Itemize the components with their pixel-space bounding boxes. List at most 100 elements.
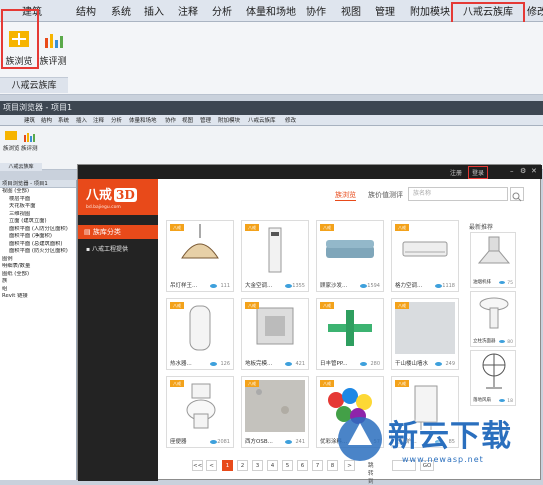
- range-hood-image: [477, 236, 511, 264]
- bar-chart-icon: [42, 28, 64, 50]
- pager-page[interactable]: 3: [252, 460, 263, 471]
- view-count: 421: [295, 361, 305, 367]
- tree-item[interactable]: 图例: [0, 256, 76, 264]
- tab-family-browse[interactable]: 族浏览: [335, 190, 356, 201]
- view-count: 1118: [442, 283, 455, 289]
- category-item[interactable]: ▪ 八戒工程提供: [86, 244, 128, 253]
- pager-first[interactable]: <<: [192, 460, 203, 471]
- tree-item[interactable]: 面积平面 (总建筑面积): [0, 241, 76, 249]
- mini-tab[interactable]: 修改: [285, 116, 296, 124]
- tab-manage[interactable]: 管理: [375, 3, 395, 18]
- tree-item[interactable]: 面积平面 (人防分区面积): [0, 226, 76, 234]
- mini-tab-bar: 建筑 结构 系统 插入 注释 分析 体量和场地 协作 视图 管理 附加模块 八戒…: [0, 115, 543, 126]
- tab-modify[interactable]: 修改: [527, 3, 543, 18]
- tree-item[interactable]: 天花板平面: [0, 203, 76, 211]
- register-link[interactable]: 注册: [450, 168, 462, 177]
- view-count: 241: [295, 439, 305, 445]
- card-name: 干山楼山墙水: [395, 361, 429, 367]
- pager-page[interactable]: 1: [222, 460, 233, 471]
- recommend-card[interactable]: 立柱洗面器 80: [470, 291, 516, 347]
- mini-tab-bajie[interactable]: 八戒云族库: [248, 116, 276, 124]
- tree-item[interactable]: 三维视图: [0, 211, 76, 219]
- tab-addins[interactable]: 附加模块: [410, 3, 450, 18]
- tree-item[interactable]: 图纸 (全部): [0, 271, 76, 279]
- family-card[interactable]: 八戒 顾家沙发... 1594: [316, 220, 384, 292]
- card-name: 地板完模...: [245, 361, 273, 367]
- recommend-card[interactable]: 落地风扇 18: [470, 350, 516, 406]
- pager-page[interactable]: 2: [237, 460, 248, 471]
- mini-family-browse-button[interactable]: 族浏览: [3, 130, 20, 152]
- view-count: 2081: [217, 439, 230, 445]
- view-count: 249: [445, 361, 455, 367]
- wall-ac-image: [395, 224, 455, 276]
- mini-tab[interactable]: 系统: [58, 116, 69, 124]
- mini-tab[interactable]: 结构: [41, 116, 52, 124]
- mini-family-evaluate-button[interactable]: 族评测: [21, 130, 38, 152]
- mini-tab[interactable]: 分析: [111, 116, 122, 124]
- tab-family-evaluate[interactable]: 族价值测评: [368, 190, 403, 200]
- brand-badge: 八戒: [170, 380, 184, 387]
- tree-item[interactable]: 族: [0, 278, 76, 286]
- family-card[interactable]: 八戒 大金空调... 1355: [241, 220, 309, 292]
- search-icon[interactable]: [510, 187, 524, 202]
- login-link[interactable]: 登录: [468, 166, 489, 179]
- tree-item[interactable]: 立面 (建筑立面): [0, 218, 76, 226]
- view-count: 111: [220, 283, 230, 289]
- tab-collaborate[interactable]: 协作: [306, 3, 326, 18]
- pager-prev[interactable]: <: [206, 460, 217, 471]
- tab-systems[interactable]: 系统: [111, 3, 131, 18]
- family-card[interactable]: 八戒 吊灯样王... 111: [166, 220, 234, 292]
- category-header[interactable]: ▤ 族库分类: [78, 225, 158, 239]
- minimize-icon[interactable]: –: [510, 167, 514, 175]
- pager-page[interactable]: 6: [297, 460, 308, 471]
- pager-page[interactable]: 4: [267, 460, 278, 471]
- mini-tab[interactable]: 体量和场地: [129, 116, 157, 124]
- tree-item[interactable]: 组: [0, 286, 76, 294]
- mini-tab[interactable]: 管理: [200, 116, 211, 124]
- family-card[interactable]: 八戒 座便器 2081: [166, 376, 234, 448]
- eye-icon: [499, 281, 505, 284]
- pager-page[interactable]: 7: [312, 460, 323, 471]
- eye-icon: [499, 399, 505, 402]
- mini-tab[interactable]: 插入: [76, 116, 87, 124]
- family-card[interactable]: 八戒 干山楼山墙水 249: [391, 298, 459, 370]
- family-evaluate-button[interactable]: 族评测: [36, 26, 70, 72]
- card-name: 大金空调...: [245, 283, 273, 289]
- tab-massing-site[interactable]: 体量和场地: [246, 3, 296, 18]
- tree-item[interactable]: 面积平面 (防火分区面积): [0, 248, 76, 256]
- mini-tab[interactable]: 附加模块: [218, 116, 240, 124]
- tab-analyze[interactable]: 分析: [212, 3, 232, 18]
- tree-item[interactable]: 面积平面 (净面积): [0, 233, 76, 241]
- watermark-text: 新云下载: [388, 419, 512, 454]
- tree-item[interactable]: 视图 (全部): [0, 188, 76, 196]
- family-card[interactable]: 八戒 格力空调... 1118: [391, 220, 459, 292]
- family-card[interactable]: 八戒 热水器... 126: [166, 298, 234, 370]
- family-card[interactable]: 八戒 日丰管PP... 280: [316, 298, 384, 370]
- brand-badge: 八戒: [395, 380, 409, 387]
- tree-item[interactable]: 楼层平面: [0, 196, 76, 204]
- family-card[interactable]: 八戒 地板完模... 421: [241, 298, 309, 370]
- tree-item[interactable]: 明细表/数量: [0, 263, 76, 271]
- mini-tab[interactable]: 协作: [165, 116, 176, 124]
- recommend-card[interactable]: 油烟机排 75: [470, 232, 516, 288]
- tab-annotate[interactable]: 注释: [178, 3, 198, 18]
- eye-icon: [499, 340, 505, 343]
- close-icon[interactable]: ✕: [531, 167, 537, 175]
- tab-insert[interactable]: 插入: [144, 3, 164, 18]
- air-conditioner-image: [245, 224, 305, 276]
- card-name: 顾家沙发...: [320, 283, 348, 289]
- tab-structure[interactable]: 结构: [76, 3, 96, 18]
- mini-tab[interactable]: 视图: [182, 116, 193, 124]
- mini-tab[interactable]: 注释: [93, 116, 104, 124]
- mini-family-evaluate-label: 族评测: [21, 146, 38, 152]
- mini-tab[interactable]: 建筑: [24, 116, 35, 124]
- tree-item[interactable]: Revit 链接: [0, 293, 76, 301]
- tab-view[interactable]: 视图: [341, 3, 361, 18]
- recommend-count: 18: [507, 399, 513, 404]
- view-count: 126: [220, 361, 230, 367]
- pager-page[interactable]: 5: [282, 460, 293, 471]
- search-input[interactable]: 族名称: [408, 187, 508, 201]
- card-name: 西方OSB...: [245, 439, 273, 445]
- family-card[interactable]: 八戒 西方OSB... 241: [241, 376, 309, 448]
- settings-icon[interactable]: ⚙: [520, 167, 526, 175]
